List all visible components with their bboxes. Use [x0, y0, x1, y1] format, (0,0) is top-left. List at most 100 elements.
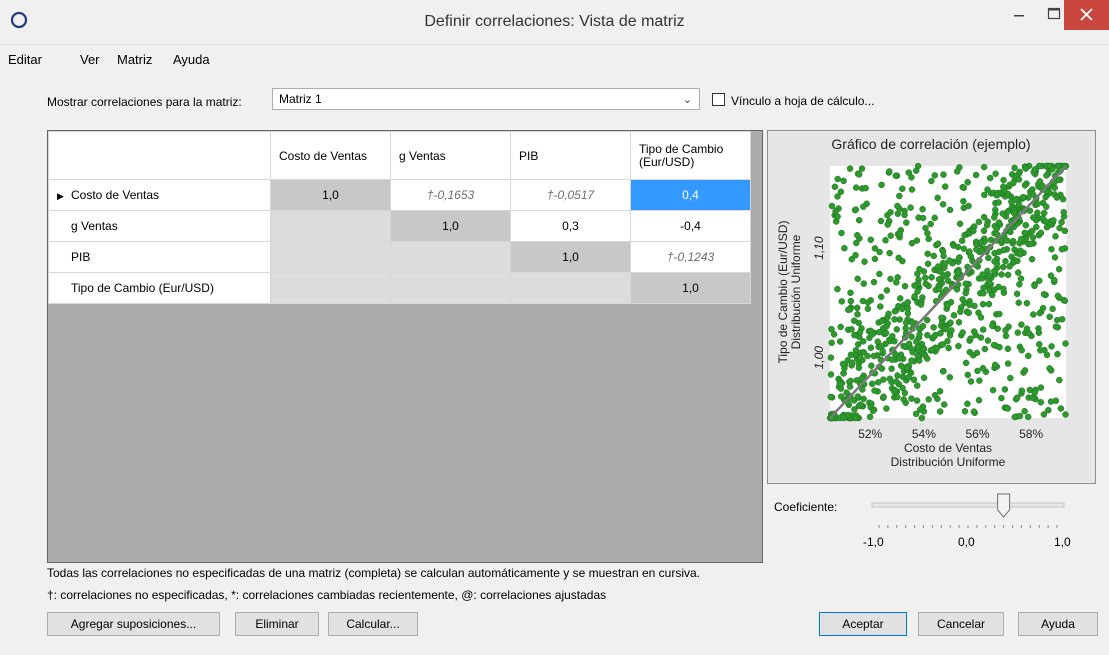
help-button[interactable]: Ayuda [1018, 612, 1098, 636]
scatter-point [831, 183, 839, 191]
close-button[interactable] [1064, 0, 1109, 30]
scatter-point [992, 170, 999, 177]
scatter-point [1036, 341, 1043, 348]
scatter-point [855, 216, 863, 224]
cell-r2-c3[interactable]: 0,3 [510, 210, 631, 242]
scatter-point [995, 199, 1002, 206]
slider-track [871, 502, 1065, 508]
scatter-point [981, 191, 988, 199]
scatter-point [866, 334, 873, 342]
cell-r1-c3[interactable]: †-0,0517 [510, 179, 631, 211]
scatter-point [979, 271, 986, 278]
cell-r4-c4[interactable]: 1,0 [630, 272, 751, 304]
minimize-button[interactable] [1005, 0, 1033, 30]
cancel-button[interactable]: Cancelar [918, 612, 1004, 636]
scatter-point [1028, 255, 1036, 263]
scatter-point [965, 202, 972, 210]
cell-r1-c2[interactable]: †-0,1653 [390, 179, 511, 211]
row-header-costo-ventas[interactable]: ▶ Costo de Ventas [48, 179, 271, 211]
note-unspecified: Todas las correlaciones no especificadas… [47, 566, 700, 580]
scatter-point [894, 202, 901, 210]
scatter-point [1037, 384, 1045, 391]
scatter-point [960, 184, 968, 192]
slider-thumb[interactable] [997, 493, 1011, 518]
table-row: Tipo de Cambio (Eur/USD) 1,0 [48, 272, 751, 304]
scatter-point [1011, 164, 1018, 172]
scatter-point [841, 244, 848, 252]
row-header-label: Tipo de Cambio (Eur/USD) [71, 281, 214, 295]
scatter-point [967, 253, 975, 260]
cell-r1-c4[interactable]: 0,4 [630, 179, 751, 211]
column-header-g-ventas[interactable]: g Ventas [390, 131, 511, 180]
scatter-point [1017, 275, 1025, 282]
menu-matriz[interactable]: Matriz [117, 52, 152, 67]
scatter-point [1016, 251, 1024, 258]
scatter-point [862, 184, 869, 192]
scatter-point [1000, 183, 1007, 191]
scatter-point [923, 355, 931, 362]
scatter-point [967, 335, 974, 342]
scatter-point [930, 252, 938, 260]
link-spreadsheet-label[interactable]: Vínculo a hoja de cálculo... [731, 94, 874, 108]
menu-ayuda[interactable]: Ayuda [173, 52, 210, 67]
scatter-point [883, 287, 891, 294]
scatter-point [937, 268, 944, 275]
delete-button[interactable]: Eliminar [235, 612, 319, 636]
calculate-button[interactable]: Calcular... [328, 612, 418, 636]
x-ticks: 52% 54% 56% 58% [858, 427, 1043, 441]
column-header-pib[interactable]: PIB [510, 131, 631, 180]
scatter-point [970, 227, 977, 235]
scatter-point [867, 236, 875, 244]
menu-editar[interactable]: Editar [8, 52, 42, 67]
scatter-point [941, 183, 949, 190]
scatter-point [979, 326, 987, 333]
scatter-point [913, 338, 920, 345]
cell-r2-c4[interactable]: -0,4 [630, 210, 751, 242]
scatter-point [1004, 271, 1012, 279]
scatter-point [967, 378, 975, 385]
scatter-point [1058, 316, 1066, 323]
add-assumptions-button[interactable]: Agregar suposiciones... [47, 612, 220, 636]
scatter-point [940, 171, 947, 178]
column-header-costo-ventas[interactable]: Costo de Ventas [270, 131, 391, 180]
y-tick-label: 1,10 [812, 236, 826, 260]
row-header-tipo-cambio[interactable]: Tipo de Cambio (Eur/USD) [48, 272, 271, 304]
scatter-point [991, 268, 998, 275]
menu-ver[interactable]: Ver [80, 52, 100, 67]
cell-r1-c1[interactable]: 1,0 [270, 179, 391, 211]
scatter-point [867, 344, 875, 351]
cell-r3-c3[interactable]: 1,0 [510, 241, 631, 273]
scatter-point [999, 210, 1006, 217]
scatter-point [898, 305, 906, 313]
scatter-point [830, 331, 838, 338]
scatter-point [986, 174, 994, 182]
scatter-point [924, 250, 931, 258]
row-header-g-ventas[interactable]: g Ventas [48, 210, 271, 242]
link-spreadsheet-checkbox[interactable] [712, 93, 725, 106]
scatter-point [1015, 176, 1023, 183]
matrix-select[interactable]: Matriz 1 ⌄ [272, 88, 700, 110]
scatter-point [1022, 221, 1030, 229]
scatter-point [839, 360, 847, 368]
scatter-point [1018, 321, 1025, 328]
cell-r2-c2[interactable]: 1,0 [390, 210, 511, 242]
scatter-point [1059, 195, 1067, 203]
scatter-point [1057, 405, 1065, 412]
scatter-point [922, 280, 930, 288]
scatter-point [838, 229, 845, 237]
slider-mid-label: 0,0 [958, 535, 975, 549]
scatter-point [1048, 343, 1055, 350]
cell-r3-c4[interactable]: †-0,1243 [630, 241, 751, 273]
row-header-pib[interactable]: PIB [48, 241, 271, 273]
scatter-point [856, 353, 864, 361]
scatter-point [980, 163, 988, 171]
scatter-point [932, 331, 939, 339]
scatter-point [993, 260, 1001, 267]
scatter-point [1050, 217, 1057, 224]
coefficient-slider[interactable] [767, 488, 1096, 558]
column-header-tipo-cambio[interactable]: Tipo de Cambio (Eur/USD) [630, 131, 751, 180]
accept-button[interactable]: Aceptar [819, 612, 907, 636]
scatter-point [887, 209, 894, 216]
scatter-point [1046, 313, 1053, 321]
scatter-point [1018, 235, 1025, 243]
